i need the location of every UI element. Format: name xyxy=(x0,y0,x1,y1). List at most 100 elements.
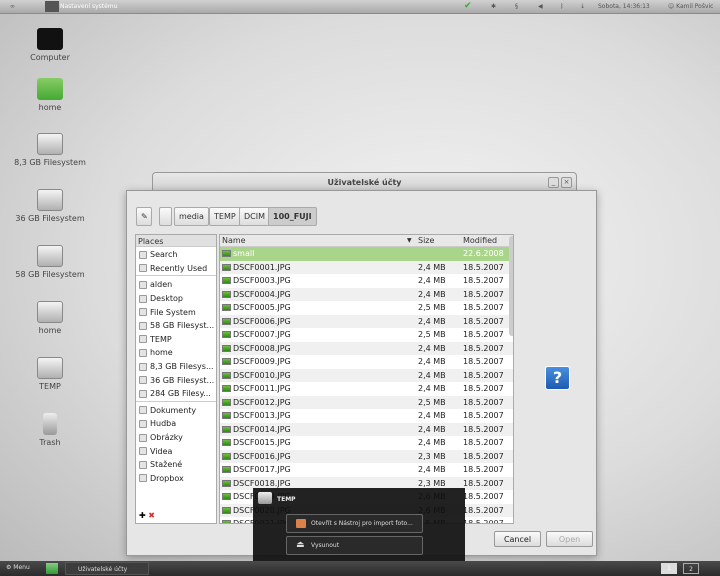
place-icon xyxy=(139,321,147,330)
dropbox-icon[interactable]: § xyxy=(515,3,518,10)
path-temp[interactable]: TEMP xyxy=(209,207,241,226)
taskbar-window-button[interactable]: Uživatelské účty xyxy=(65,562,149,575)
file-row[interactable]: DSCF0017.JPG 2,4 MB 18.5.2007 xyxy=(220,463,513,477)
file-name-text: DSCF0012.JPG xyxy=(233,397,291,407)
clock[interactable]: Sobota, 14:36:13 xyxy=(598,3,650,10)
desktop-icon[interactable]: Trash xyxy=(5,413,95,447)
menu-label: Menu xyxy=(13,564,30,571)
file-row[interactable]: DSCF0009.JPG 2,4 MB 18.5.2007 xyxy=(220,355,513,369)
desktop-icon[interactable]: TEMP xyxy=(5,357,95,391)
cancel-button[interactable]: Cancel xyxy=(494,531,541,547)
path-100-fuji[interactable]: 100_FUJI xyxy=(268,207,317,226)
place-icon xyxy=(139,280,147,289)
file-row[interactable]: DSCF0016.JPG 2,3 MB 18.5.2007 xyxy=(220,449,513,463)
user-menu[interactable]: ☺ Kamil Pošvic xyxy=(668,3,713,10)
file-row[interactable]: DSCF0008.JPG 2,4 MB 18.5.2007 xyxy=(220,341,513,355)
file-modified: 18.5.2007 xyxy=(463,303,504,312)
file-name: DSCF0009.JPG xyxy=(222,357,291,366)
desktop-icon[interactable]: Computer xyxy=(5,28,95,62)
file-size: 2,5 MB xyxy=(418,303,446,312)
scrollbar-thumb[interactable] xyxy=(509,236,513,336)
column-modified[interactable]: Modified xyxy=(463,236,497,245)
places-item[interactable]: home xyxy=(136,345,216,359)
file-row[interactable]: DSCF0014.JPG 2,4 MB 18.5.2007 xyxy=(220,422,513,436)
places-item[interactable]: 58 GB Filesyst... xyxy=(136,318,216,332)
file-row[interactable]: DSCF0007.JPG 2,5 MB 18.5.2007 xyxy=(220,328,513,342)
places-item[interactable]: alden xyxy=(136,277,216,291)
file-name-text: DSCF0017.JPG xyxy=(233,465,291,474)
desktop-icon[interactable]: 58 GB Filesystem xyxy=(5,245,95,279)
open-button[interactable]: Open xyxy=(546,531,593,547)
file-name-text: DSCF0010.JPG xyxy=(233,370,291,380)
places-item[interactable]: Stažené xyxy=(136,457,216,471)
file-row[interactable]: DSCF0015.JPG 2,4 MB 18.5.2007 xyxy=(220,436,513,450)
places-item[interactable]: TEMP xyxy=(136,332,216,346)
volume-icon[interactable]: ◀ xyxy=(538,3,543,10)
help-icon[interactable]: ? xyxy=(545,366,570,390)
workspace-1[interactable]: 1 xyxy=(661,563,677,574)
file-name: DSCF0011.JPG xyxy=(222,384,291,393)
path-media[interactable]: media xyxy=(174,207,209,226)
places-item[interactable]: Videa xyxy=(136,443,216,457)
file-row[interactable]: DSCF0011.JPG 2,4 MB 18.5.2007 xyxy=(220,382,513,396)
file-row[interactable]: DSCF0004.JPG 2,4 MB 18.5.2007 xyxy=(220,287,513,301)
desktop-icon[interactable]: home xyxy=(5,301,95,335)
desktop-icon[interactable]: 36 GB Filesystem xyxy=(5,189,95,223)
places-item[interactable]: File System xyxy=(136,304,216,318)
power-icon[interactable]: ↓ xyxy=(580,3,585,10)
image-file-icon xyxy=(222,290,231,298)
open-with-button[interactable]: Otevřít s Nástroj pro import foto... xyxy=(286,514,423,533)
places-item[interactable]: 8,3 GB Filesys... xyxy=(136,359,216,373)
panel-logo-icon[interactable]: ∞ xyxy=(10,3,15,10)
places-item[interactable]: Dokumenty xyxy=(136,403,216,417)
file-modified: 18.5.2007 xyxy=(463,370,504,380)
file-size: 2,4 MB xyxy=(418,384,446,393)
file-size: 2,4 MB xyxy=(418,424,446,434)
minimize-button[interactable]: _ xyxy=(548,177,559,188)
edit-location-button[interactable]: ✎ xyxy=(136,207,152,226)
active-app-title[interactable]: Nastavení systému xyxy=(60,3,117,10)
file-name: DSCF0003.JPG xyxy=(222,276,291,285)
app-icon[interactable] xyxy=(45,1,59,12)
file-row[interactable]: DSCF0013.JPG 2,4 MB 18.5.2007 xyxy=(220,409,513,423)
places-item-label: 8,3 GB Filesys... xyxy=(150,362,214,372)
places-item[interactable]: Recently Used xyxy=(136,261,216,275)
top-panel: ∞ Nastavení systému ✔ ✱ § ◀ ᛒ ↓ Sobota, … xyxy=(0,0,720,14)
file-row[interactable]: small 22.6.2008 xyxy=(220,247,513,261)
workspace-2[interactable]: 2 xyxy=(683,563,699,574)
path-dcim[interactable]: DCIM xyxy=(239,207,271,226)
file-row[interactable]: DSCF0012.JPG 2,5 MB 18.5.2007 xyxy=(220,395,513,409)
file-row[interactable]: DSCF0003.JPG 2,4 MB 18.5.2007 xyxy=(220,274,513,288)
column-size[interactable]: Size xyxy=(418,236,434,245)
places-item[interactable]: 284 GB Filesy... xyxy=(136,386,216,400)
add-bookmark-button[interactable]: ✚ xyxy=(139,511,146,520)
places-item[interactable]: Search xyxy=(136,247,216,261)
file-row[interactable]: DSCF0010.JPG 2,4 MB 18.5.2007 xyxy=(220,368,513,382)
places-item[interactable]: Dropbox xyxy=(136,471,216,485)
desktop-icon[interactable]: 8,3 GB Filesystem xyxy=(5,133,95,167)
shield-icon[interactable]: ✔ xyxy=(464,1,472,11)
places-item[interactable]: Desktop xyxy=(136,291,216,305)
show-desktop-icon[interactable] xyxy=(46,563,58,574)
remove-bookmark-button[interactable]: ✖ xyxy=(148,511,155,520)
image-file-icon xyxy=(222,439,231,446)
file-name-text: DSCF0005.JPG xyxy=(233,303,291,312)
places-item[interactable]: Hudba xyxy=(136,416,216,430)
network-icon[interactable]: ✱ xyxy=(491,3,496,10)
menu-button[interactable]: ⚙ Menu xyxy=(6,564,30,571)
desktop-icon[interactable]: home xyxy=(5,78,95,112)
places-item[interactable]: 36 GB Filesyst... xyxy=(136,372,216,386)
file-modified: 18.5.2007 xyxy=(463,276,504,285)
file-row[interactable]: DSCF0006.JPG 2,4 MB 18.5.2007 xyxy=(220,314,513,328)
root-drive-button[interactable] xyxy=(159,207,172,226)
places-item[interactable]: Obrázky xyxy=(136,430,216,444)
place-icon xyxy=(139,294,147,303)
eject-button[interactable]: ⏏ Vysunout xyxy=(286,536,423,555)
file-row[interactable]: DSCF0005.JPG 2,5 MB 18.5.2007 xyxy=(220,301,513,315)
close-button[interactable]: × xyxy=(561,177,572,188)
file-name-text: small xyxy=(233,249,255,258)
bluetooth-icon[interactable]: ᛒ xyxy=(560,3,564,10)
file-size: 2,4 MB xyxy=(418,276,446,285)
column-name[interactable]: Name xyxy=(222,236,246,245)
file-row[interactable]: DSCF0001.JPG 2,4 MB 18.5.2007 xyxy=(220,260,513,274)
